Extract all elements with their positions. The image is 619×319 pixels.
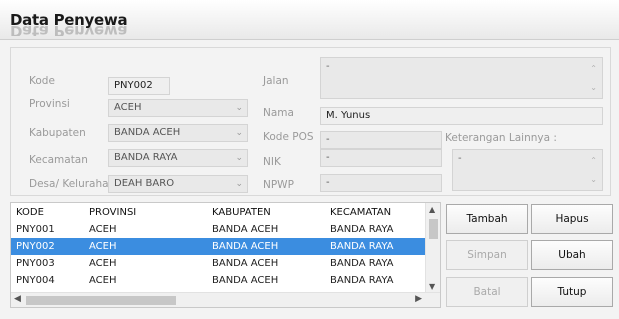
- kabupaten-value: BANDA ACEH: [114, 127, 181, 138]
- column-header-kecamatan[interactable]: KECAMATAN: [325, 203, 427, 221]
- caret-up-icon[interactable]: ⌃: [590, 64, 597, 73]
- vertical-scrollbar[interactable]: ▲ ▼: [425, 203, 440, 293]
- caret-down-icon[interactable]: ▼: [429, 282, 435, 291]
- ubah-button[interactable]: Ubah: [531, 240, 613, 270]
- page-title-reflection: Data Penyewa: [10, 26, 128, 36]
- cell-kabupaten: BANDA ACEH: [212, 224, 279, 235]
- column-header-kode[interactable]: KODE: [11, 203, 84, 221]
- form-panel: Kode PNY002 Provinsi ACEH ⌄ Kabupaten BA…: [10, 47, 611, 196]
- caret-up-icon[interactable]: ⌃: [590, 156, 597, 165]
- hapus-button[interactable]: Hapus: [531, 204, 613, 234]
- column-header-kabupaten[interactable]: KABUPATEN: [207, 203, 325, 221]
- table-row[interactable]: PNY003 ACEH BANDA ACEH BANDA RAYA: [11, 255, 427, 272]
- tutup-button[interactable]: Tutup: [531, 277, 613, 307]
- cell-kabupaten: BANDA ACEH: [212, 258, 279, 269]
- nik-label: NIK: [263, 156, 281, 168]
- title-bar: Data Penyewa Data Penyewa: [0, 0, 619, 40]
- cell-provinsi: ACEH: [84, 238, 207, 255]
- table-row[interactable]: PNY001 ACEH BANDA ACEH BANDA RAYA: [11, 221, 427, 238]
- caret-down-icon[interactable]: ⌄: [590, 175, 597, 184]
- cell-provinsi: ACEH: [89, 258, 117, 269]
- nama-field[interactable]: M. Yunus: [320, 107, 603, 125]
- batal-button[interactable]: Batal: [446, 277, 528, 307]
- provinsi-combo[interactable]: ACEH ⌄: [108, 99, 248, 117]
- npwp-label: NPWP: [263, 179, 294, 191]
- desa-label: Desa/ Kelurahan: [29, 178, 116, 190]
- vertical-scroll-thumb[interactable]: [429, 219, 438, 239]
- cell-kode: PNY001: [16, 224, 55, 235]
- keterangan-value: -: [458, 153, 462, 164]
- npwp-field[interactable]: -: [320, 174, 442, 192]
- keterangan-field[interactable]: - ⌃ ⌄: [452, 149, 603, 191]
- kecamatan-label: Kecamatan: [29, 154, 88, 166]
- data-grid[interactable]: KODE PROVINSI KABUPATEN KECAMATAN PNY001…: [10, 202, 441, 308]
- provinsi-value: ACEH: [114, 102, 142, 113]
- kode-field[interactable]: PNY002: [108, 77, 170, 95]
- cell-kode: PNY004: [16, 275, 55, 286]
- caret-down-icon[interactable]: ⌄: [590, 83, 597, 92]
- keterangan-label: Keterangan Lainnya :: [445, 132, 557, 144]
- cell-kecamatan: BANDA RAYA: [330, 258, 394, 269]
- chevron-down-icon[interactable]: ⌄: [235, 153, 243, 163]
- kode-pos-label: Kode POS: [263, 131, 314, 143]
- tambah-button[interactable]: Tambah: [446, 204, 528, 234]
- caret-left-icon[interactable]: ◀: [14, 294, 21, 304]
- cell-provinsi: ACEH: [89, 224, 117, 235]
- simpan-button[interactable]: Simpan: [446, 240, 528, 270]
- nama-label: Nama: [263, 107, 294, 119]
- kecamatan-value: BANDA RAYA: [114, 152, 178, 163]
- jalan-field[interactable]: - ⌃ ⌄: [320, 57, 603, 99]
- caret-up-icon[interactable]: ▲: [429, 205, 435, 214]
- table-row-selected[interactable]: PNY002 ACEH BANDA ACEH BANDA RAYA: [11, 238, 427, 255]
- cell-provinsi: ACEH: [89, 275, 117, 286]
- kabupaten-combo[interactable]: BANDA ACEH ⌄: [108, 124, 248, 142]
- nik-field[interactable]: -: [320, 149, 442, 167]
- cell-kabupaten: BANDA ACEH: [207, 238, 325, 255]
- grid-header: KODE PROVINSI KABUPATEN KECAMATAN: [11, 203, 427, 221]
- cell-kode: PNY003: [16, 258, 55, 269]
- provinsi-label: Provinsi: [29, 98, 70, 110]
- kabupaten-label: Kabupaten: [29, 127, 86, 139]
- cell-kecamatan: BANDA RAYA: [330, 275, 394, 286]
- cell-kabupaten: BANDA ACEH: [212, 275, 279, 286]
- caret-right-icon[interactable]: ▶: [415, 294, 422, 304]
- jalan-value: -: [326, 61, 330, 72]
- kode-pos-field[interactable]: -: [320, 131, 442, 149]
- kode-label: Kode: [29, 75, 55, 87]
- column-header-provinsi[interactable]: PROVINSI: [84, 203, 207, 221]
- kecamatan-combo[interactable]: BANDA RAYA ⌄: [108, 149, 248, 167]
- chevron-down-icon[interactable]: ⌄: [235, 128, 243, 138]
- cell-kode: PNY002: [11, 238, 84, 255]
- horizontal-scroll-thumb[interactable]: [26, 296, 176, 305]
- desa-value: DEAH BARO: [114, 178, 175, 189]
- chevron-down-icon[interactable]: ⌄: [235, 103, 243, 113]
- desa-combo[interactable]: DEAH BARO ⌄: [108, 175, 248, 193]
- jalan-label: Jalan: [263, 75, 289, 87]
- horizontal-scrollbar[interactable]: ◀ ▶: [11, 292, 440, 307]
- table-row[interactable]: PNY004 ACEH BANDA ACEH BANDA RAYA: [11, 272, 427, 289]
- cell-kecamatan: BANDA RAYA: [325, 238, 427, 255]
- cell-kecamatan: BANDA RAYA: [330, 224, 394, 235]
- chevron-down-icon[interactable]: ⌄: [235, 179, 243, 189]
